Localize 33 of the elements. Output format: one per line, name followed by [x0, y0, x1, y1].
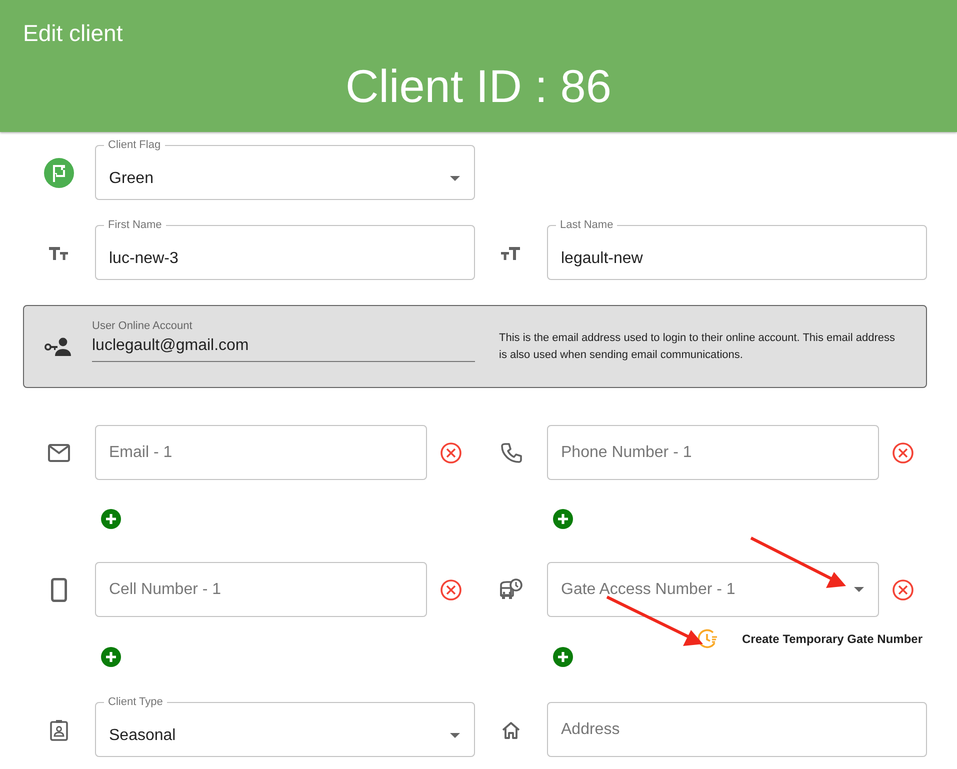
client-id-heading: Client ID : 86	[346, 59, 612, 113]
gate-access-select[interactable]: Gate Access Number - 1	[547, 562, 879, 617]
remove-icon[interactable]	[440, 578, 462, 600]
cell-field[interactable]: Cell Number - 1	[95, 562, 427, 617]
home-icon	[501, 720, 521, 738]
remove-icon[interactable]	[440, 442, 462, 464]
mail-icon	[48, 444, 70, 462]
email-field[interactable]: Email - 1	[95, 425, 427, 480]
key-person-icon	[44, 336, 72, 356]
dialog-title: Edit client	[23, 20, 123, 46]
add-icon[interactable]	[101, 647, 121, 667]
id-badge-icon	[50, 718, 68, 740]
remove-icon[interactable]	[892, 578, 914, 600]
address-field[interactable]: Address	[547, 702, 927, 757]
phone-icon	[500, 442, 522, 464]
add-icon[interactable]	[553, 647, 573, 667]
text-size-icon	[49, 246, 69, 260]
flag-icon	[43, 156, 75, 188]
clock-icon	[696, 628, 718, 650]
mobile-phone-icon	[51, 578, 67, 602]
remove-icon[interactable]	[892, 442, 914, 464]
bus-clock-icon	[499, 578, 523, 602]
flag-select[interactable]: Client Flag Green	[95, 138, 475, 200]
create-temporary-gate-button[interactable]: Create Temporary Gate Number	[696, 628, 923, 650]
help-text: This is the email address used to login to their online account. This email address is also used when sending email communications.	[499, 331, 896, 363]
last-name-field[interactable]: Last Name legault-new	[547, 218, 927, 280]
client-type-select[interactable]: Client Type Seasonal	[95, 695, 475, 757]
add-icon[interactable]	[553, 509, 573, 529]
phone-field[interactable]: Phone Number - 1	[547, 425, 879, 480]
first-name-field[interactable]: First Name luc-new-3	[95, 218, 475, 280]
account-email-field[interactable]: User Online Account luclegault@gmail.com	[92, 319, 475, 362]
add-icon[interactable]	[101, 509, 121, 529]
text-size-icon	[501, 246, 521, 260]
